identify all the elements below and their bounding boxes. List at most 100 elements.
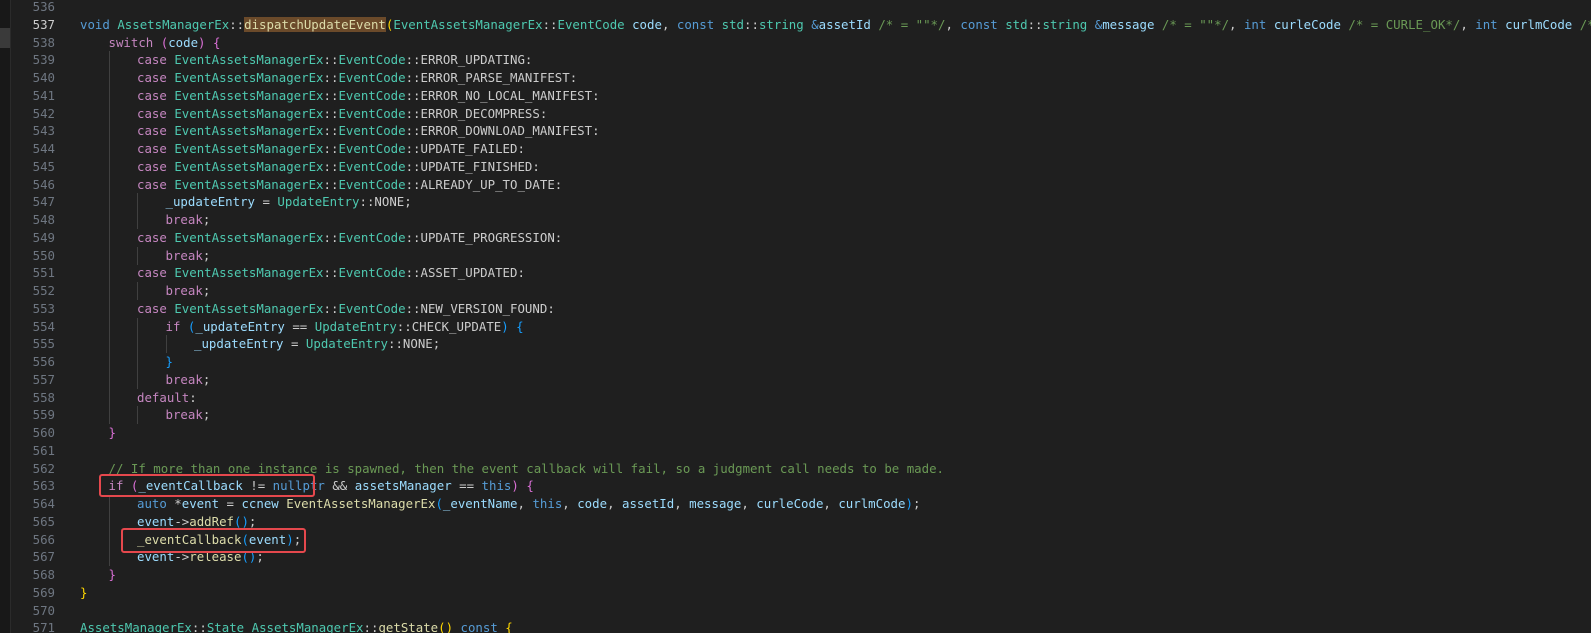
code-token: AssetsManagerEx (251, 620, 364, 633)
code-token: State (206, 620, 245, 633)
code-line[interactable]: 551 case EventAssetsManagerEx::EventCode:… (0, 264, 1591, 283)
code-text: void AssetsManagerEx::dispatchUpdateEven… (80, 16, 1591, 34)
code-line[interactable]: 569} (0, 584, 1591, 602)
line-number: 544 (32, 141, 55, 156)
code-token: code (577, 496, 608, 511)
code-token: this (481, 478, 512, 494)
code-line[interactable]: 565 event->addRef(); (0, 512, 1591, 531)
code-line[interactable]: 552 break; (0, 282, 1591, 300)
code-line[interactable]: 545 case EventAssetsManagerEx::EventCode:… (0, 157, 1591, 176)
code-token: EventAssetsManagerEx (393, 16, 543, 32)
line-number: 561 (32, 442, 55, 458)
code-line[interactable]: 542 case EventAssetsManagerEx::EventCode:… (0, 104, 1591, 123)
code-token: /* = CURLM_OK*/ (1579, 16, 1591, 32)
code-text: _updateEntry = UpdateEntry::NONE; (166, 193, 412, 211)
code-line[interactable]: 557 break; (0, 370, 1591, 389)
line-number: 563 (32, 478, 55, 494)
code-token: const (960, 16, 998, 32)
code-token: this (532, 496, 563, 511)
code-line[interactable]: 539 case EventAssetsManagerEx::EventCode:… (0, 51, 1591, 70)
code-text: break; (166, 211, 211, 229)
indent-guide (137, 406, 138, 425)
code-line[interactable]: 571 AssetsManagerEx::State AssetsManagerE… (0, 619, 1591, 633)
code-text: if (_updateEntry == UpdateEntry::CHECK_U… (166, 318, 524, 336)
code-line[interactable]: 558 default: (0, 388, 1591, 407)
code-token: :: (363, 620, 379, 633)
code-line[interactable]: 567 event->release(); (0, 548, 1591, 567)
code-line[interactable]: 544 case EventAssetsManagerEx::EventCode:… (0, 140, 1591, 158)
code-token: { (526, 478, 534, 494)
code-token: case (137, 123, 167, 139)
code-text: } (109, 424, 116, 442)
code-line[interactable]: 564 auto *event = ccnew EventAssetsManage… (0, 495, 1591, 513)
code-token: == (284, 318, 315, 334)
line-number: 562 (32, 460, 55, 476)
code-line[interactable]: 568} (0, 566, 1591, 584)
code-line[interactable]: 556} (0, 353, 1591, 371)
code-line[interactable]: 555 _updateEntry = UpdateEntry::NONE; (0, 335, 1591, 354)
code-text: event->release(); (137, 548, 264, 566)
code-line[interactable]: 543 case EventAssetsManagerEx::EventCode:… (0, 122, 1591, 141)
code-line[interactable]: 566 _eventCallback(event); (0, 530, 1591, 549)
code-token: EventCode (338, 123, 406, 139)
code-line[interactable]: 537 void AssetsManagerEx::dispatchUpdateE… (0, 16, 1591, 34)
code-token: ::UPDATE_PROGRESSION: (405, 229, 563, 245)
indent-guide (137, 317, 138, 336)
code-token: ::NONE; (359, 194, 412, 210)
code-token: :: (323, 87, 339, 103)
code-line[interactable]: 550 break; (0, 246, 1591, 265)
code-line[interactable]: 538 switch (code) { (0, 34, 1591, 52)
code-line[interactable]: 547 _updateEntry = UpdateEntry::NONE; (0, 193, 1591, 212)
code-token: & (811, 16, 819, 32)
code-line[interactable]: 554 if (_updateEntry == UpdateEntry::CHEC… (0, 317, 1591, 336)
code-line[interactable]: 546 case EventAssetsManagerEx::EventCode:… (0, 175, 1591, 194)
line-number: 547 (32, 194, 55, 210)
code-token: :: (323, 158, 339, 174)
code-token: release (189, 549, 242, 565)
code-line[interactable]: 536 (0, 0, 1591, 16)
code-token: , (674, 496, 690, 511)
code-line[interactable]: 549 case EventAssetsManagerEx::EventCode:… (0, 228, 1591, 247)
code-token: EventCode (338, 176, 406, 192)
line-number: 548 (32, 212, 55, 227)
code-line[interactable]: 559 break; (0, 406, 1591, 425)
line-number: 565 (32, 513, 55, 529)
indent-guide (137, 353, 138, 371)
code-line[interactable]: 540 case EventAssetsManagerEx::EventCode:… (0, 69, 1591, 87)
code-token: EventAssetsManagerEx (174, 229, 324, 245)
line-number: 568 (32, 567, 55, 582)
indent-guide (108, 512, 110, 531)
code-token: UpdateEntry (305, 336, 388, 352)
code-text: break; (166, 247, 211, 265)
code-token: getState (378, 620, 439, 633)
indent-guide (108, 299, 110, 318)
code-token: :: (323, 300, 339, 316)
code-token: _eventCallback (137, 531, 242, 547)
code-line[interactable]: 570 (0, 602, 1591, 620)
code-token: case (137, 52, 167, 68)
code-token: } (165, 354, 173, 369)
code-token: ::ERROR_DOWNLOAD_MANIFEST: (405, 123, 600, 139)
code-token: -> (174, 549, 190, 565)
code-token: EventCode (338, 265, 406, 281)
code-token: EventAssetsManagerEx (286, 496, 436, 511)
line-number: 546 (32, 176, 55, 192)
indent-guide (108, 335, 110, 354)
code-token: ; (202, 407, 211, 423)
code-token: EventAssetsManagerEx (174, 52, 324, 68)
code-text: case EventAssetsManagerEx::EventCode::UP… (137, 140, 525, 158)
indent-guide (108, 548, 110, 567)
code-line[interactable]: 553 case EventAssetsManagerEx::EventCode:… (0, 299, 1591, 318)
line-number: 571 (32, 620, 55, 633)
code-line[interactable]: 562 // If more than one instance is spawn… (0, 460, 1591, 478)
code-line[interactable]: 561 (0, 442, 1591, 460)
line-number: 550 (32, 247, 55, 263)
code-line[interactable]: 548 break; (0, 211, 1591, 229)
code-line[interactable]: 560} (0, 424, 1591, 442)
code-line[interactable]: 541 case EventAssetsManagerEx::EventCode:… (0, 86, 1591, 105)
code-token: curleCode (756, 496, 824, 511)
code-line[interactable]: 563 if (_eventCallback != nullptr && asse… (0, 477, 1591, 495)
code-editor[interactable]: 536 537 void AssetsManagerEx::dispatchUpda… (0, 0, 1591, 633)
